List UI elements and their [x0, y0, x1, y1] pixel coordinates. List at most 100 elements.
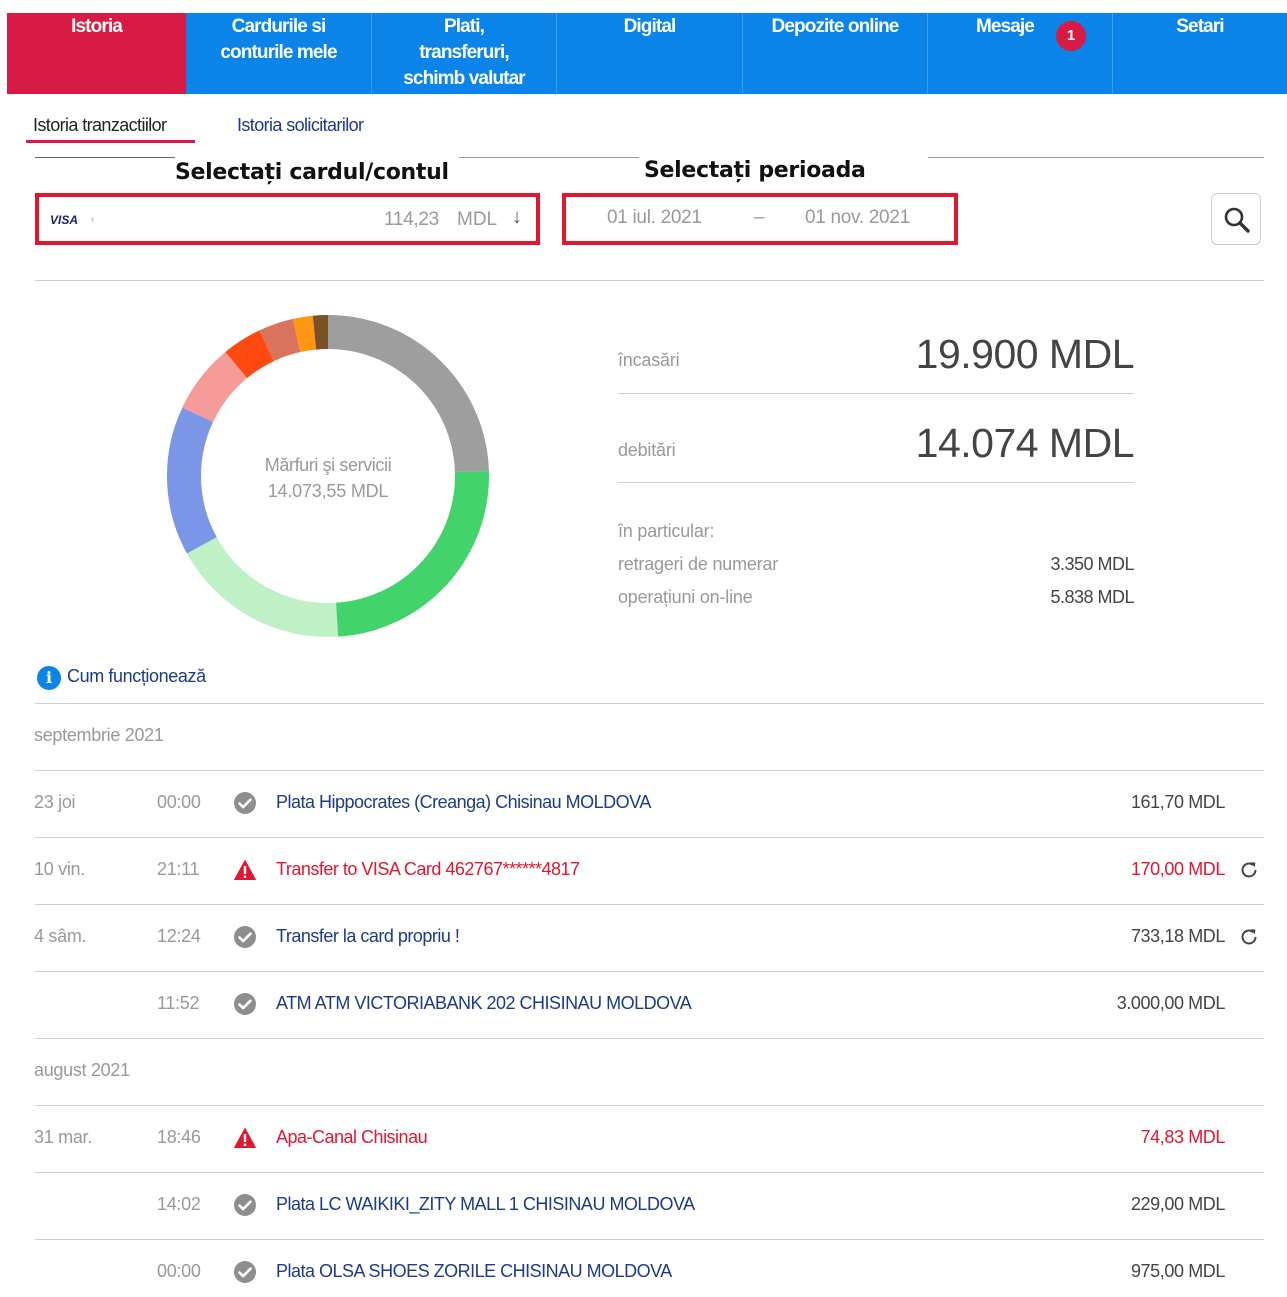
nav-tab-label: Plati, transferuri, schimb valutar	[403, 16, 525, 89]
divider	[35, 703, 1264, 704]
nav-tab-digital[interactable]: Digital	[557, 13, 743, 94]
transaction-time: 00:00	[157, 792, 201, 812]
check-icon	[233, 992, 257, 1016]
unread-badge: 1	[1056, 21, 1086, 51]
repeat-icon[interactable]	[1238, 859, 1260, 881]
transaction-amount: 229,00 MDL	[1130, 1194, 1225, 1214]
divider	[35, 837, 1264, 838]
transaction-amount: 975,00 MDL	[1130, 1261, 1225, 1281]
divider	[618, 393, 1134, 394]
subtab-requests[interactable]: Istoria solicitarilor	[237, 115, 364, 136]
check-icon	[233, 925, 257, 949]
check-icon	[233, 1193, 257, 1217]
transaction-amount: 161,70 MDL	[1130, 792, 1225, 812]
transaction-description[interactable]: Plata LC WAIKIKI_ZITY MALL 1 CHISINAU MO…	[276, 1194, 695, 1215]
donut-center-value: 14.073,55 MDL	[267, 481, 389, 501]
transaction-description[interactable]: Transfer to VISA Card 462767******4817	[276, 859, 580, 880]
transaction-date: 23 joi	[34, 792, 76, 812]
check-icon	[233, 791, 257, 815]
online-operations-value: 5.838 MDL	[1050, 587, 1134, 607]
transaction-time: 14:02	[157, 1194, 201, 1214]
transaction-time: 18:46	[157, 1127, 201, 1147]
nav-tab-messages[interactable]: Mesaje 1	[928, 13, 1113, 94]
particular-label: în particular:	[618, 521, 715, 541]
transaction-description[interactable]: Apa-Canal Chisinau	[276, 1127, 428, 1148]
donut-slice-5[interactable]	[225, 330, 275, 379]
warning-icon	[233, 1126, 257, 1150]
transaction-date: 10 vin.	[34, 859, 85, 879]
info-icon[interactable]: i	[37, 666, 61, 690]
transaction-time: 12:24	[157, 926, 201, 946]
income-label: încasări	[618, 350, 680, 370]
search-button[interactable]	[1211, 193, 1261, 245]
nav-tab-label: Depozite online	[771, 16, 900, 37]
debit-value: 14.074 MDL	[915, 420, 1135, 466]
nav-tab-settings[interactable]: Setari	[1113, 13, 1287, 94]
date-from[interactable]: 01 iul. 2021	[607, 207, 702, 229]
transaction-time: 21:11	[157, 859, 200, 879]
transaction-description[interactable]: Transfer la card propriu !	[276, 926, 460, 947]
transaction-amount: 733,18 MDL	[1130, 926, 1225, 946]
select-card-label: Selectați cardul/contul	[175, 160, 449, 185]
expense-donut-chart[interactable]	[166, 314, 490, 638]
donut-center-label: Mărfuri şi servicii	[264, 455, 392, 475]
divider	[35, 157, 175, 158]
cash-withdrawals-label: retrageri de numerar	[618, 554, 779, 574]
card-balance: 114,23	[384, 209, 439, 230]
donut-slice-4[interactable]	[182, 351, 248, 423]
debit-label: debitări	[618, 440, 676, 460]
divider	[35, 1038, 1264, 1039]
nav-tab-istoria[interactable]: Istoria	[7, 13, 186, 94]
nav-tab-label: Digital	[623, 16, 677, 37]
income-value: 19.900 MDL	[915, 331, 1135, 377]
divider	[35, 971, 1264, 972]
select-period-label: Selectați perioada	[644, 158, 866, 183]
repeat-icon[interactable]	[1238, 926, 1260, 948]
nav-tab-deposits[interactable]: Depozite online	[743, 13, 928, 94]
divider	[618, 482, 1134, 483]
search-icon	[1224, 207, 1250, 233]
dropdown-arrow-icon[interactable]: ↓	[512, 206, 522, 229]
how-it-works-link[interactable]: Cum funcționează	[67, 666, 206, 687]
transaction-description[interactable]: Plata Hippocrates (Creanga) Chisinau MOL…	[276, 792, 651, 813]
month-header: septembrie 2021	[34, 725, 164, 745]
nav-tab-cards[interactable]: Cardurile si conturile mele	[186, 13, 372, 94]
transaction-time: 00:00	[157, 1261, 201, 1281]
divider	[459, 157, 639, 158]
cash-withdrawals-value: 3.350 MDL	[1050, 554, 1134, 574]
transaction-date: 4 sâm.	[34, 926, 87, 946]
date-to[interactable]: 01 nov. 2021	[805, 207, 910, 229]
check-icon	[233, 1260, 257, 1284]
transaction-time: 11:52	[157, 993, 200, 1013]
divider	[35, 1105, 1264, 1106]
main-nav: Istoria Cardurile si conturile mele Plat…	[7, 13, 1287, 94]
card-number-hint: ‹	[91, 214, 95, 225]
warning-icon	[233, 858, 257, 882]
transaction-date: 31 mar.	[34, 1127, 92, 1147]
subtab-transactions[interactable]: Istoria tranzactiilor	[33, 115, 167, 136]
online-operations-label: operațiuni on-line	[618, 587, 753, 607]
divider	[35, 1172, 1264, 1173]
nav-tab-payments[interactable]: Plati, transferuri, schimb valutar	[372, 13, 557, 94]
nav-tab-label: Istoria	[71, 16, 123, 37]
donut-slice-2[interactable]	[186, 536, 339, 637]
donut-slice-8[interactable]	[312, 315, 329, 350]
donut-slice-0[interactable]	[327, 315, 489, 473]
donut-slice-6[interactable]	[259, 318, 301, 362]
divider	[35, 904, 1264, 905]
divider	[35, 1239, 1264, 1240]
donut-slice-7[interactable]	[292, 315, 317, 353]
visa-logo: VISA	[50, 213, 79, 227]
transaction-amount: 3.000,00 MDL	[1116, 993, 1226, 1013]
divider	[35, 280, 1264, 281]
transaction-amount: 74,83 MDL	[1140, 1127, 1226, 1147]
card-currency: MDL	[457, 209, 498, 230]
active-subtab-indicator	[26, 140, 195, 143]
transaction-description[interactable]: ATM ATM VICTORIABANK 202 CHISINAU MOLDOV…	[276, 993, 692, 1014]
nav-tab-label: Cardurile si conturile mele	[220, 16, 337, 63]
date-separator: –	[754, 207, 765, 228]
nav-tab-label: Setari	[1176, 16, 1224, 37]
month-header: august 2021	[34, 1060, 130, 1080]
transaction-description[interactable]: Plata OLSA SHOES ZORILE CHISINAU MOLDOVA	[276, 1261, 672, 1282]
divider	[35, 770, 1264, 771]
